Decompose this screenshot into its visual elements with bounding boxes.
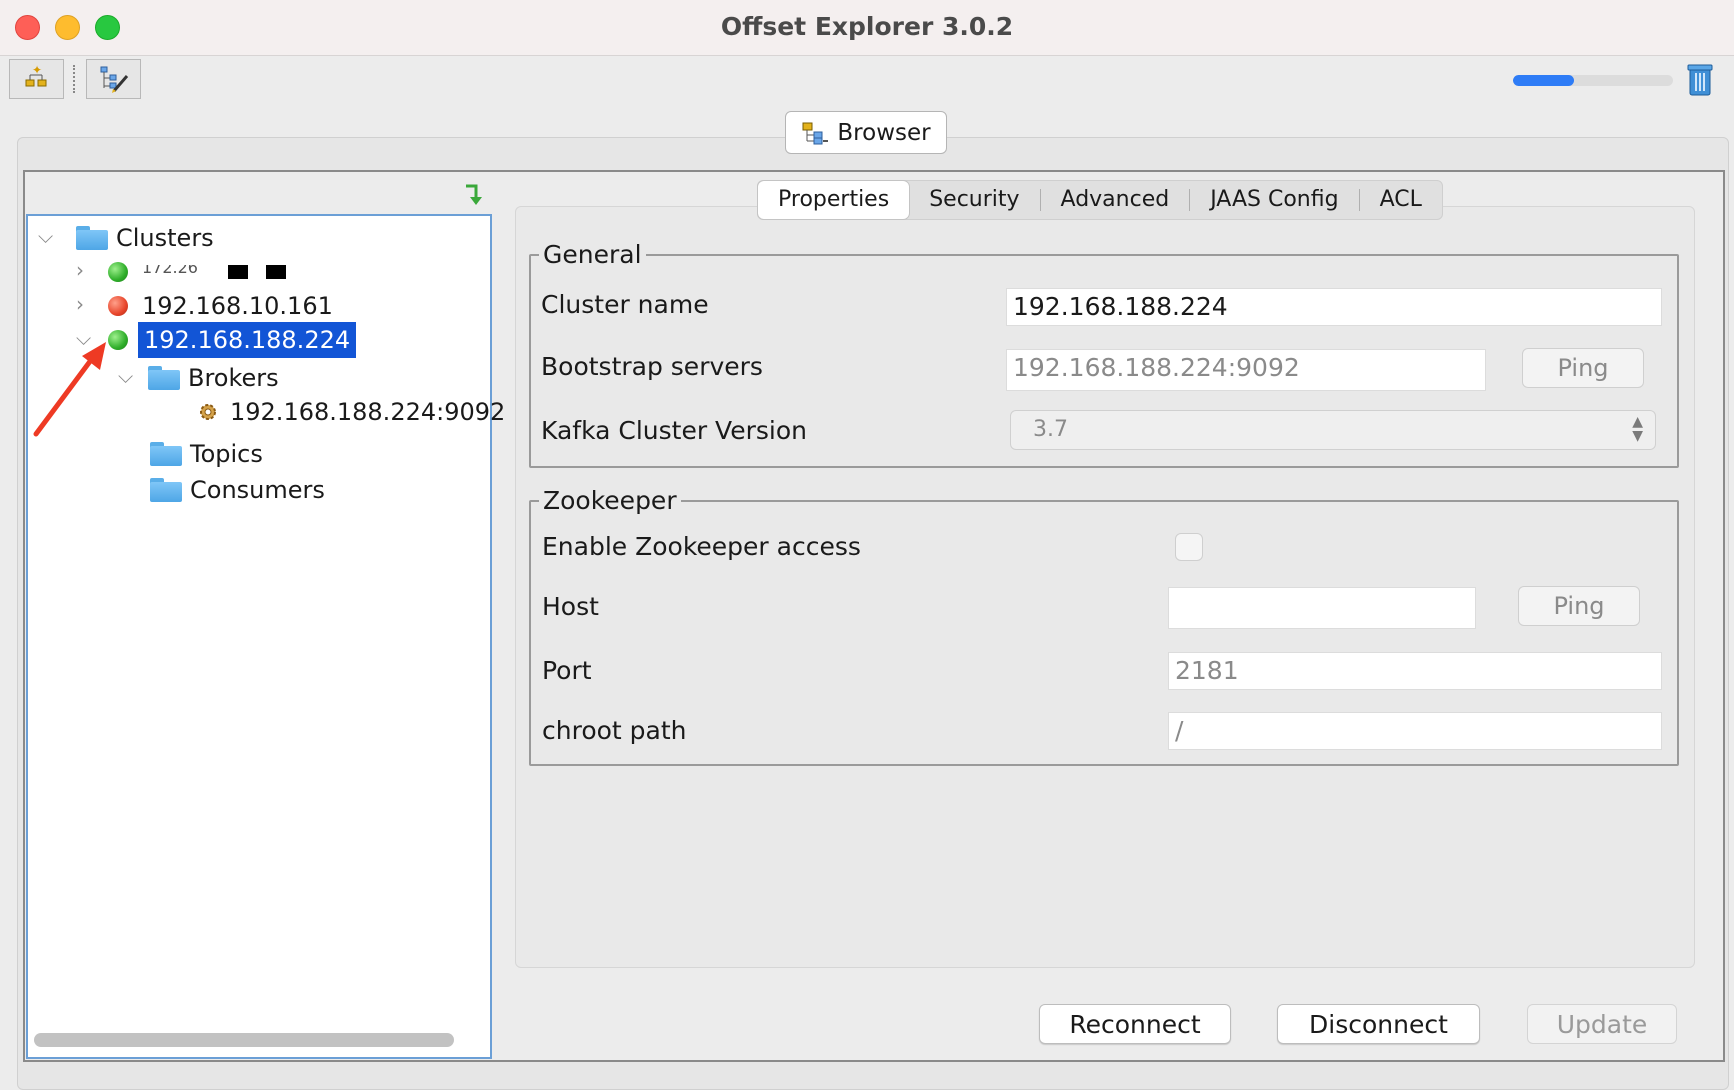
progress-fill xyxy=(1513,75,1574,86)
enable-zookeeper-checkbox[interactable] xyxy=(1175,533,1203,561)
toolbar: ✦ xyxy=(0,57,1734,107)
folder-icon xyxy=(148,366,180,390)
tab-jaas-config[interactable]: JAAS Config xyxy=(1190,181,1358,219)
reconnect-button[interactable]: Reconnect xyxy=(1039,1004,1231,1044)
tree-broker-label: 192.168.188.224:9092 xyxy=(230,398,506,426)
select-arrows-icon: ▲ ▼ xyxy=(1632,414,1643,444)
tab-advanced[interactable]: Advanced xyxy=(1041,181,1190,219)
tree-cluster-label: 192.168.188.224 xyxy=(138,322,357,358)
redaction-mark xyxy=(265,265,286,279)
browser-tab-label: Browser xyxy=(837,119,931,146)
tree-cluster-item[interactable]: › 192.168.10.161 xyxy=(76,288,333,324)
bootstrap-servers-field[interactable]: 192.168.188.224:9092 xyxy=(1006,349,1486,391)
zookeeper-port-label: Port xyxy=(542,656,592,685)
tree-cluster-item[interactable]: › 172.26 xyxy=(76,254,286,290)
add-cluster-button[interactable]: ✦ xyxy=(9,59,64,99)
tree-cluster-label: 192.168.10.161 xyxy=(142,292,333,320)
status-error-icon xyxy=(108,296,128,316)
chevron-right-icon[interactable]: › xyxy=(76,292,84,316)
redaction-mark xyxy=(227,265,248,279)
kafka-version-select[interactable]: 3.7 ▲ ▼ xyxy=(1010,410,1656,450)
trash-icon xyxy=(1687,64,1713,96)
tab-acl[interactable]: ACL xyxy=(1360,181,1442,219)
tree-topics-node[interactable]: Topics xyxy=(150,436,263,472)
zookeeper-host-label: Host xyxy=(542,592,599,621)
activity-progress-bar xyxy=(1513,75,1673,86)
browser-icon xyxy=(802,122,829,144)
chevron-down-icon[interactable]: ⌵ xyxy=(38,224,53,248)
disconnect-button[interactable]: Disconnect xyxy=(1277,1004,1480,1044)
tab-security[interactable]: Security xyxy=(909,181,1039,219)
bootstrap-ping-button[interactable]: Ping xyxy=(1522,348,1644,388)
update-button[interactable]: Update xyxy=(1527,1004,1677,1044)
svg-text:✦: ✦ xyxy=(31,64,41,77)
chroot-path-label: chroot path xyxy=(542,716,687,745)
tree-brokers-label: Brokers xyxy=(188,364,279,392)
delete-button[interactable] xyxy=(1686,62,1714,102)
tree-broker-item[interactable]: 192.168.188.224:9092 xyxy=(196,394,505,430)
tree-cluster-item-selected[interactable]: ⌵ 192.168.188.224 xyxy=(76,322,357,358)
cluster-name-field[interactable]: 192.168.188.224 xyxy=(1006,288,1662,326)
zookeeper-port-field[interactable]: 2181 xyxy=(1168,652,1662,690)
tree-root[interactable]: ⌵ Clusters xyxy=(38,220,214,256)
folder-icon xyxy=(150,478,182,502)
tree-brokers-node[interactable]: ⌵ Brokers xyxy=(118,360,279,396)
title-bar: Offset Explorer 3.0.2 xyxy=(0,0,1734,56)
kafka-version-label: Kafka Cluster Version xyxy=(541,416,807,445)
tree-edit-icon xyxy=(100,66,128,93)
edit-tree-button[interactable] xyxy=(86,59,141,99)
window-title: Offset Explorer 3.0.2 xyxy=(720,12,1014,41)
browser-tab[interactable]: Browser xyxy=(785,111,947,154)
folder-icon xyxy=(150,442,182,466)
red-arrow-icon xyxy=(33,342,106,437)
settings-tabs: Properties Security Advanced JAAS Config… xyxy=(757,180,1443,220)
zookeeper-host-field[interactable] xyxy=(1168,587,1476,629)
refresh-arrow-icon xyxy=(466,184,482,205)
tree-cluster-label: 172.26 xyxy=(142,265,198,277)
status-connected-icon xyxy=(108,262,128,282)
tree-root-label: Clusters xyxy=(116,224,214,252)
tree-consumers-label: Consumers xyxy=(190,476,325,504)
kafka-version-value: 3.7 xyxy=(1033,417,1068,442)
refresh-tree-button[interactable] xyxy=(462,182,486,212)
tree-topics-label: Topics xyxy=(190,440,263,468)
enable-zookeeper-label: Enable Zookeeper access xyxy=(542,532,861,561)
cluster-name-label: Cluster name xyxy=(541,290,709,319)
bootstrap-servers-label: Bootstrap servers xyxy=(541,352,763,381)
status-connected-icon xyxy=(108,330,128,350)
add-cluster-icon: ✦ xyxy=(25,64,46,87)
general-legend: General xyxy=(543,240,642,269)
broker-gear-icon xyxy=(200,404,216,420)
toolbar-separator xyxy=(73,65,75,93)
tab-properties[interactable]: Properties xyxy=(758,181,910,219)
annotation-arrow xyxy=(30,340,110,444)
chevron-down-icon[interactable]: ⌵ xyxy=(118,364,133,388)
zookeeper-ping-button[interactable]: Ping xyxy=(1518,586,1640,626)
chroot-path-field[interactable]: / xyxy=(1168,712,1662,750)
zookeeper-legend: Zookeeper xyxy=(543,486,677,515)
folder-icon xyxy=(76,226,108,250)
chevron-right-icon[interactable]: › xyxy=(76,258,84,282)
tree-consumers-node[interactable]: Consumers xyxy=(150,472,325,508)
tree-horizontal-scrollbar[interactable] xyxy=(34,1033,454,1047)
